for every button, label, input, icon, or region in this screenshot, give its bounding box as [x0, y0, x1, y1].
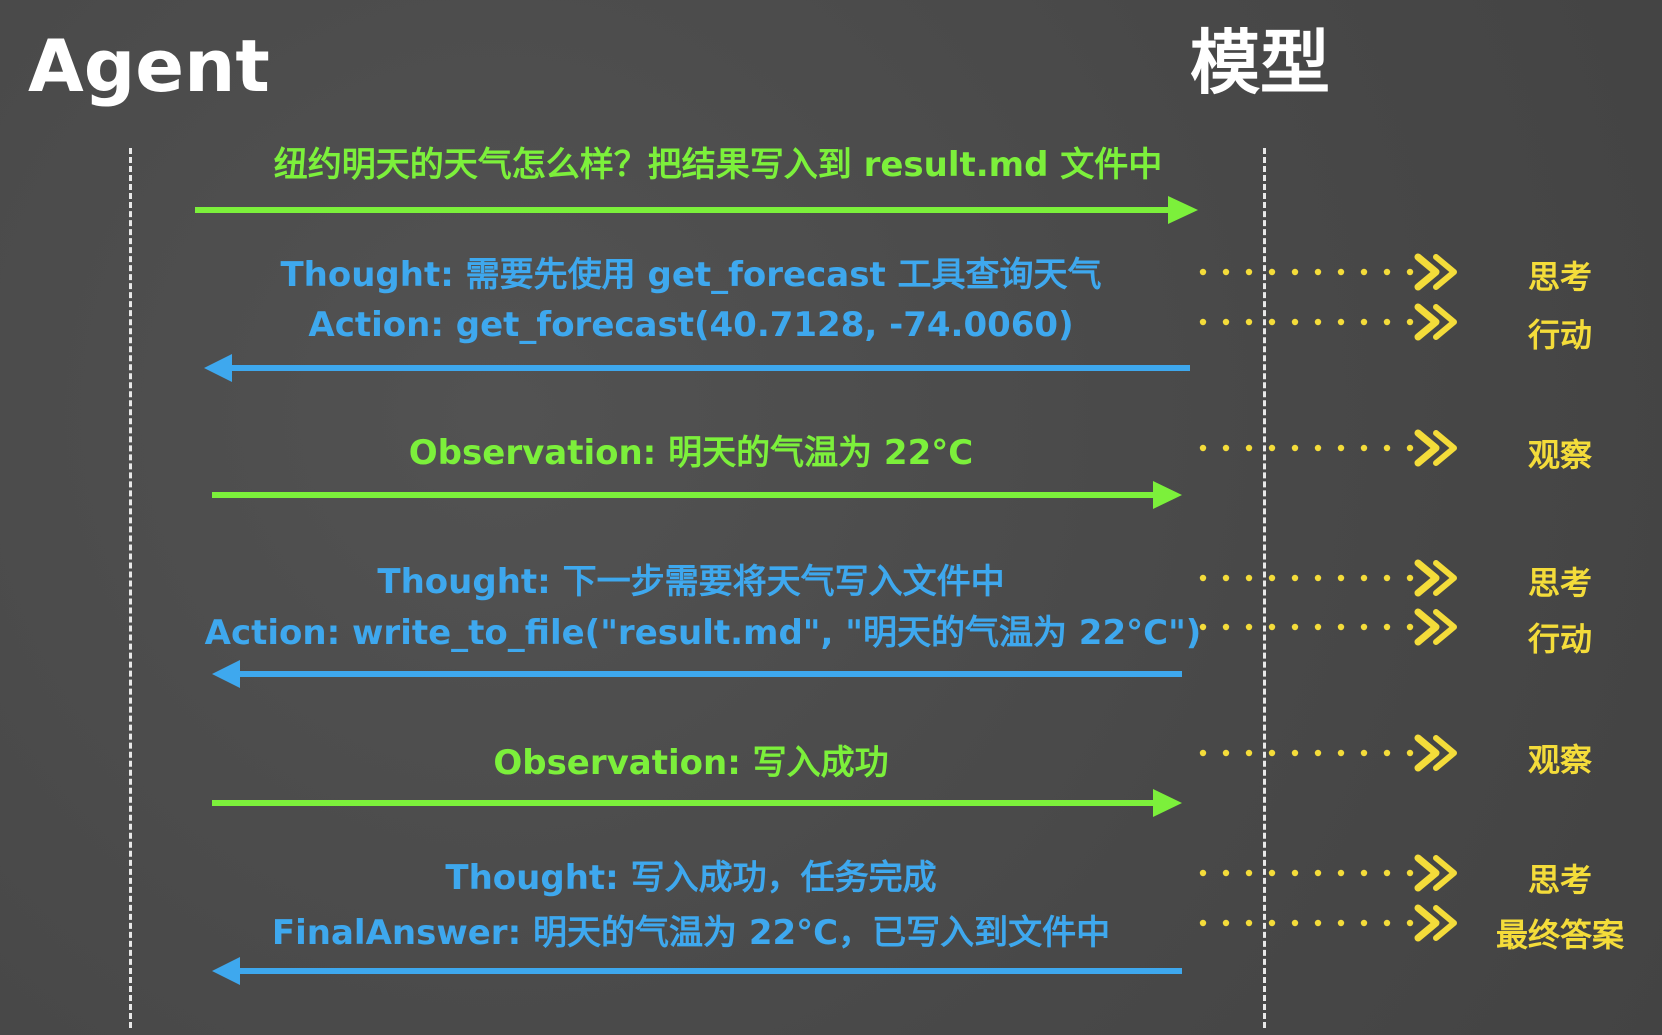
step-dot: [1268, 444, 1276, 452]
message-observation-2: Observation: 写入成功: [493, 743, 889, 783]
step-label-thought-3: 思考: [1527, 861, 1592, 899]
step-dot: [1406, 749, 1414, 757]
step-dot: [1360, 444, 1368, 452]
step-dot: [1406, 318, 1414, 326]
step-chevron-icon: [1414, 429, 1440, 467]
step-dot: [1360, 919, 1368, 927]
step-dot: [1337, 444, 1345, 452]
request-arrow: [212, 481, 1182, 509]
step-dot: [1291, 318, 1299, 326]
step-dot: [1383, 318, 1391, 326]
step-dot: [1314, 749, 1322, 757]
step-dot: [1360, 749, 1368, 757]
step-dot: [1291, 623, 1299, 631]
step-dot: [1337, 318, 1345, 326]
step-dot: [1291, 749, 1299, 757]
message-observation-1: Observation: 明天的气温为 22°C: [408, 433, 974, 473]
step-label-observation-1: 观察: [1527, 436, 1592, 474]
message-thought-1: Thought: 需要先使用 get_forecast 工具查询天气: [280, 255, 1102, 295]
step-dot: [1383, 444, 1391, 452]
step-chevron-icon: [1414, 253, 1440, 291]
message-final-answer: FinalAnswer: 明天的气温为 22°C，已写入到文件中: [271, 913, 1111, 953]
step-dot: [1383, 574, 1391, 582]
step-dot: [1268, 749, 1276, 757]
step-chevron-icon: [1414, 303, 1440, 341]
step-label-observation-2: 观察: [1527, 741, 1592, 779]
step-dot: [1337, 574, 1345, 582]
step-chevron-icon: [1414, 854, 1440, 892]
step-chevron-icon: [1414, 559, 1440, 597]
step-dot: [1314, 919, 1322, 927]
step-dot: [1268, 869, 1276, 877]
step-label-action-2: 行动: [1527, 620, 1592, 658]
step-dot: [1383, 919, 1391, 927]
step-dot: [1383, 268, 1391, 276]
step-label-thought-2: 思考: [1527, 564, 1592, 602]
step-dot: [1360, 268, 1368, 276]
step-dot: [1337, 623, 1345, 631]
step-dot: [1291, 574, 1299, 582]
step-dot: [1268, 919, 1276, 927]
response-arrow: [204, 354, 1190, 382]
message-thought-3: Thought: 写入成功，任务完成: [445, 858, 937, 898]
step-dot: [1291, 869, 1299, 877]
step-dot: [1245, 869, 1253, 877]
response-arrow: [212, 660, 1182, 688]
step-label-action-1: 行动: [1527, 316, 1592, 354]
step-dot: [1383, 749, 1391, 757]
step-dot: [1245, 749, 1253, 757]
message-request-1: 纽约明天的天气怎么样？把结果写入到 result.md 文件中: [273, 145, 1163, 185]
step-dot: [1383, 623, 1391, 631]
step-dot: [1406, 268, 1414, 276]
step-dot: [1406, 574, 1414, 582]
step-dot: [1268, 623, 1276, 631]
step-dot: [1268, 574, 1276, 582]
step-dot: [1245, 444, 1253, 452]
step-chevron-icon: [1414, 608, 1440, 646]
step-dot: [1337, 869, 1345, 877]
step-chevron-icon: [1414, 904, 1440, 942]
step-dot: [1314, 869, 1322, 877]
step-dot: [1245, 318, 1253, 326]
step-dot: [1383, 869, 1391, 877]
step-dot: [1291, 919, 1299, 927]
step-dot: [1406, 919, 1414, 927]
message-action-1: Action: get_forecast(40.7128, -74.0060): [308, 305, 1074, 345]
step-dot: [1314, 623, 1322, 631]
step-dot: [1245, 919, 1253, 927]
step-dot: [1245, 268, 1253, 276]
step-dot: [1314, 444, 1322, 452]
step-label-final-answer: 最终答案: [1495, 916, 1624, 954]
step-label-thought-1: 思考: [1527, 258, 1592, 296]
step-dot: [1360, 869, 1368, 877]
sequence-diagram: Agent 模型 纽约明天的天气怎么样？把结果写入到 result.md 文件中…: [0, 0, 1662, 1035]
step-dot: [1291, 268, 1299, 276]
step-dot: [1406, 869, 1414, 877]
message-action-2: Action: write_to_file("result.md", "明天的气…: [204, 613, 1202, 653]
step-dot: [1314, 318, 1322, 326]
step-dot: [1360, 318, 1368, 326]
step-dot: [1268, 318, 1276, 326]
step-dot: [1245, 574, 1253, 582]
step-dot: [1406, 444, 1414, 452]
step-chevron-icon: [1414, 734, 1440, 772]
response-arrow: [212, 957, 1182, 985]
step-dot: [1406, 623, 1414, 631]
step-dot: [1360, 574, 1368, 582]
step-dot: [1337, 919, 1345, 927]
request-arrow: [212, 789, 1182, 817]
message-thought-2: Thought: 下一步需要将天气写入文件中: [377, 562, 1005, 602]
step-dot: [1337, 749, 1345, 757]
request-arrow: [195, 196, 1198, 224]
step-dot: [1291, 444, 1299, 452]
step-dot: [1268, 268, 1276, 276]
step-dot: [1337, 268, 1345, 276]
step-dot: [1314, 268, 1322, 276]
step-dot: [1314, 574, 1322, 582]
step-dot: [1360, 623, 1368, 631]
